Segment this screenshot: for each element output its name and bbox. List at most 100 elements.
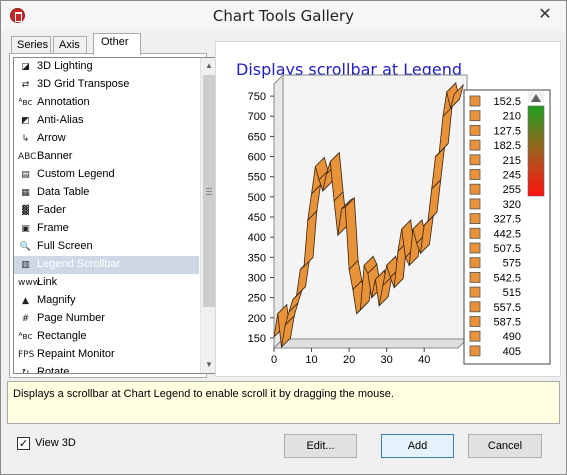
- thumb-grip-line: [206, 188, 212, 189]
- tool-item[interactable]: FPS Repaint Monitor: [14, 346, 199, 364]
- tool-item[interactable]: ↻ Rotate: [14, 364, 199, 374]
- legend-entry: 255: [503, 184, 521, 196]
- tool-item-label: Repaint Monitor: [37, 348, 115, 360]
- window-title: Chart Tools Gallery: [212, 7, 355, 25]
- legend-symbol: [469, 242, 481, 254]
- scroll-down-arrow-icon[interactable]: ▼: [201, 357, 215, 373]
- tool-item[interactable]: # Page Number: [14, 310, 199, 328]
- y-tick-label: 550: [248, 172, 266, 184]
- cancel-button[interactable]: Cancel: [468, 434, 542, 458]
- tool-item[interactable]: ◩ Anti-Alias: [14, 112, 199, 130]
- legend-entry: 182.5: [493, 140, 521, 152]
- data-table-icon: ▦: [21, 188, 30, 198]
- legend-scrollbar-icon: ▥: [21, 260, 30, 270]
- scrollbar-thumb[interactable]: [203, 75, 215, 307]
- tab-series[interactable]: Series: [11, 36, 51, 54]
- legend-symbol: [469, 154, 481, 166]
- legend-entry: 405: [503, 346, 521, 358]
- tab-panel-other: ↻ Rotate FPS Repaint Monitor ᴬʙᴄ Rectangle # Pa…: [9, 53, 216, 378]
- y-tick-label: 200: [248, 313, 266, 325]
- chart-left-wall: [273, 73, 284, 350]
- view-3d-label: View 3D: [35, 437, 76, 449]
- tools-list-scrollbar[interactable]: ▲ ▼: [200, 58, 215, 373]
- tool-item[interactable]: www Link: [14, 274, 199, 292]
- y-tick-label: 650: [248, 131, 266, 143]
- legend-symbol: [469, 213, 481, 225]
- tool-item-label: Legend Scrollbar: [37, 258, 121, 270]
- y-tick-label: 150: [248, 333, 266, 345]
- close-button[interactable]: ✕: [529, 3, 561, 25]
- tool-item-label: Rotate: [37, 366, 70, 374]
- tool-item[interactable]: ▥ Legend Scrollbar: [14, 256, 199, 274]
- y-tick-label: 500: [248, 192, 266, 204]
- rectangle-icon: ᴬʙᴄ: [18, 332, 33, 342]
- add-button[interactable]: Add: [381, 434, 454, 458]
- x-tick-label: 20: [343, 354, 355, 366]
- tool-item-label: Link: [37, 276, 58, 288]
- legend-entry: 557.5: [493, 302, 521, 314]
- legend-entry: 245: [503, 170, 521, 182]
- legend-entry: 575: [503, 258, 521, 270]
- tool-item[interactable]: 🔍 Full Screen: [14, 238, 199, 256]
- view-3d-checkbox[interactable]: ✓: [17, 437, 30, 450]
- tab-axis[interactable]: Axis: [53, 36, 87, 54]
- tool-item-label: Frame: [37, 222, 69, 234]
- chart-tools-gallery-dialog: Chart Tools Gallery ✕ Series Axis Other …: [0, 0, 567, 475]
- magnify-icon: ▲: [22, 296, 29, 306]
- edit-button[interactable]: Edit...: [284, 434, 357, 458]
- link-icon: www: [18, 278, 41, 288]
- legend-symbol: [469, 183, 481, 195]
- legend-entry: 442.5: [493, 228, 521, 240]
- tool-item-label: Fader: [37, 204, 66, 216]
- legend-symbol: [469, 257, 481, 269]
- fader-icon: ▓: [22, 206, 29, 216]
- tool-item[interactable]: ↳ Arrow: [14, 130, 199, 148]
- legend-entry: 490: [503, 331, 521, 343]
- legend-symbol: [469, 198, 481, 210]
- tool-item-label: Full Screen: [37, 240, 93, 252]
- legend-symbol: [469, 227, 481, 239]
- tool-item-label: Custom Legend: [37, 168, 115, 180]
- tool-item-label: 3D Grid Transpose: [37, 78, 130, 90]
- legend-entry: 542.5: [493, 272, 521, 284]
- rotate-icon: ↻: [21, 368, 30, 374]
- banner-icon: ABC: [18, 152, 37, 162]
- tools-list[interactable]: ↻ Rotate FPS Repaint Monitor ᴬʙᴄ Rectangle # Pa…: [13, 57, 216, 374]
- tool-item[interactable]: ▦ Data Table: [14, 184, 199, 202]
- arrow-icon: ↳: [21, 134, 30, 144]
- fps-icon: FPS: [18, 350, 35, 360]
- legend-entry: 507.5: [493, 243, 521, 255]
- tool-item[interactable]: ABC Banner: [14, 148, 199, 166]
- legend-entry: 215: [503, 155, 521, 167]
- custom-legend-icon: ▤: [21, 170, 30, 180]
- y-tick-label: 700: [248, 111, 266, 123]
- legend-symbol: [469, 110, 481, 122]
- tool-item[interactable]: ◪ 3D Lighting: [14, 58, 199, 76]
- tool-item[interactable]: ᴬʙᴄ Rectangle: [14, 328, 199, 346]
- title-bar: Chart Tools Gallery ✕: [1, 1, 566, 31]
- x-tick-label: 10: [305, 354, 317, 366]
- tool-item-label: Magnify: [37, 294, 76, 306]
- legend-entry: 127.5: [493, 125, 521, 137]
- tool-item-label: Data Table: [37, 186, 90, 198]
- legend-entry: 152.5: [493, 96, 521, 108]
- y-tick-label: 450: [248, 212, 266, 224]
- tool-item[interactable]: ⇄ 3D Grid Transpose: [14, 76, 199, 94]
- frame-icon: ▣: [21, 224, 30, 234]
- legend-symbol: [469, 330, 481, 342]
- legend-entry: 327.5: [493, 214, 521, 226]
- chart-canvas: 150 200 250 300 350 400 450 500 550 600 650 700 750 0…: [248, 73, 551, 366]
- tool-item[interactable]: ▤ Custom Legend: [14, 166, 199, 184]
- tool-item[interactable]: ▲ Magnify: [14, 292, 199, 310]
- page-number-icon: #: [21, 314, 30, 324]
- legend-symbol: [469, 301, 481, 313]
- thumb-grip-line: [206, 191, 212, 192]
- tab-other[interactable]: Other: [93, 33, 141, 55]
- scroll-up-arrow-icon[interactable]: ▲: [201, 58, 215, 74]
- legend-symbol: [469, 169, 481, 180]
- tool-item[interactable]: ▓ Fader: [14, 202, 199, 220]
- tool-description: Displays a scrollbar at Chart Legend to …: [7, 381, 560, 424]
- x-tick-label: 30: [381, 354, 393, 366]
- tool-item[interactable]: ᴬʙᴄ Annotation: [14, 94, 199, 112]
- tool-item[interactable]: ▣ Frame: [14, 220, 199, 238]
